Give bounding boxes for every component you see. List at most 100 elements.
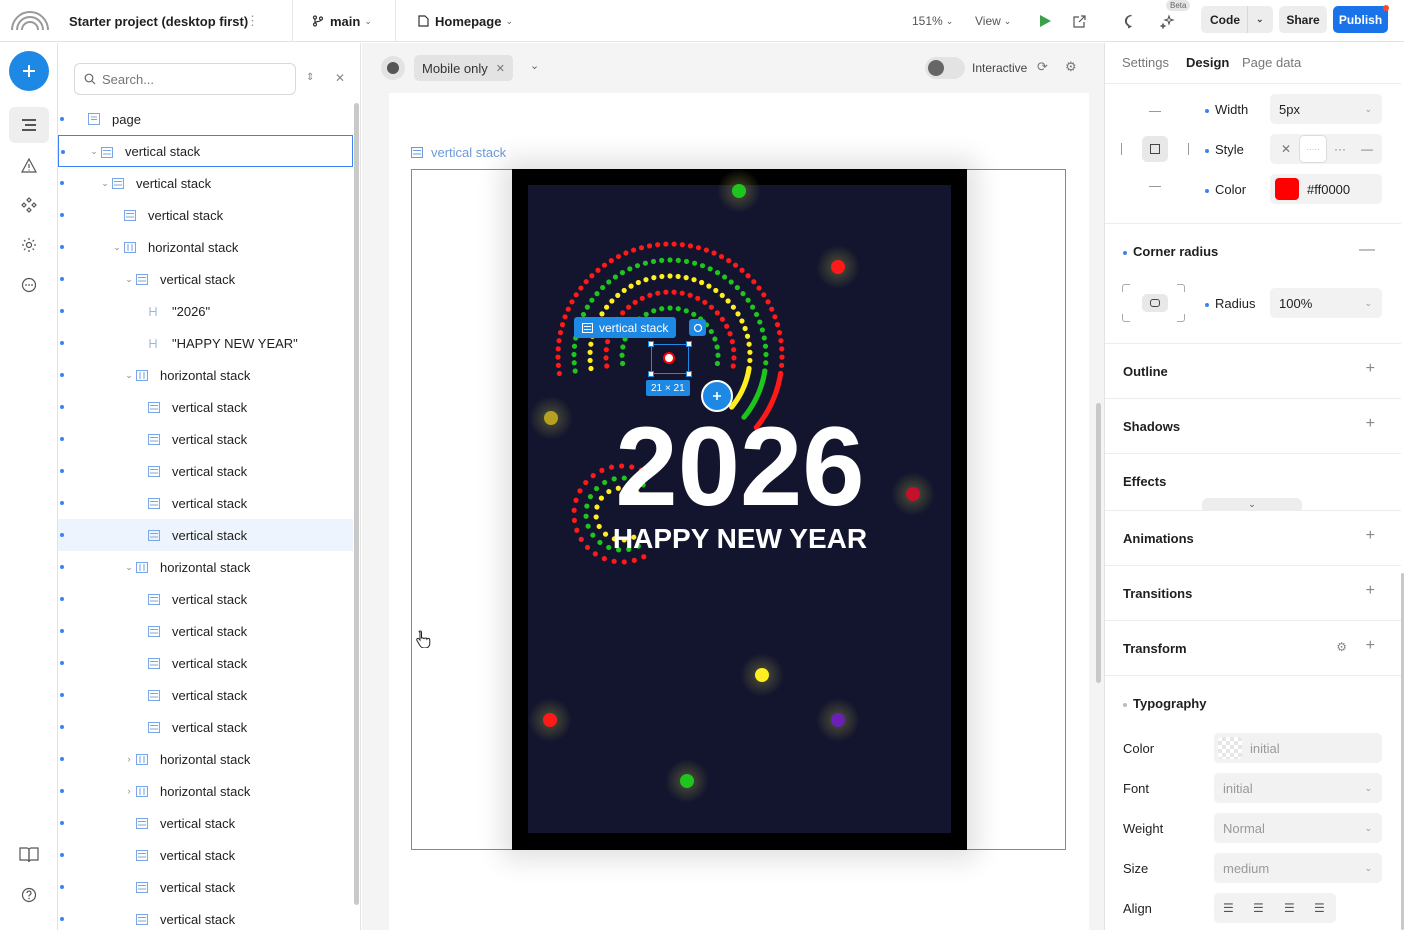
add-element-button[interactable]	[701, 380, 733, 412]
tree-item[interactable]: ⌄ horizontal stack	[58, 551, 353, 583]
webstudio-logo-icon[interactable]	[10, 0, 52, 42]
breakpoint-toggle[interactable]	[381, 56, 405, 80]
resize-handle[interactable]	[686, 341, 692, 347]
tree-item[interactable]: vertical stack	[58, 583, 353, 615]
remove-icon[interactable]: ✕	[496, 62, 505, 75]
minus-icon[interactable]: —	[1359, 241, 1375, 259]
border-left-icon[interactable]	[1121, 143, 1127, 155]
tree-item[interactable]: vertical stack	[58, 647, 353, 679]
style-dotted-icon[interactable]: ·····	[1300, 136, 1326, 162]
align-left-icon[interactable]: ☰	[1223, 901, 1234, 915]
tree-item[interactable]: vertical stack	[58, 679, 353, 711]
tree-item[interactable]: vertical stack	[58, 199, 353, 231]
expand-collapse-icon[interactable]: ⇕	[306, 72, 314, 83]
transitions-section[interactable]: Transitions +	[1105, 565, 1401, 620]
tree-item[interactable]: ⌄ horizontal stack	[58, 359, 353, 391]
selection-label[interactable]: vertical stack	[574, 317, 677, 338]
tree-item[interactable]: ⌄ vertical stack	[58, 167, 353, 199]
align-center-icon[interactable]: ☰	[1253, 901, 1264, 915]
style-solid-icon[interactable]: —	[1361, 142, 1373, 156]
outline-section[interactable]: Outline +	[1105, 343, 1401, 398]
border-top-icon[interactable]	[1149, 111, 1161, 117]
code-button[interactable]: Code ⌄	[1201, 6, 1273, 33]
tree-item[interactable]: vertical stack	[58, 455, 353, 487]
expand-chevron-icon[interactable]: ⌄	[1202, 498, 1302, 510]
style-dashed-icon[interactable]: ···	[1334, 142, 1346, 156]
tree-item[interactable]: vertical stack	[58, 615, 353, 647]
tree-item[interactable]: ⌄ horizontal stack	[58, 231, 353, 263]
transparent-swatch[interactable]	[1218, 737, 1242, 759]
transform-gear-icon[interactable]: ⚙	[1336, 640, 1347, 654]
chevron-down-icon[interactable]: ⌄	[124, 274, 134, 285]
tree-item[interactable]: vertical stack	[58, 519, 353, 551]
radius-top-right-icon[interactable]	[1177, 284, 1185, 292]
interactive-toggle[interactable]	[925, 57, 965, 79]
breakpoint-chip[interactable]: Mobile only ✕	[414, 55, 513, 81]
align-justify-icon[interactable]: ☰	[1314, 901, 1325, 915]
plus-icon[interactable]: +	[1366, 582, 1375, 600]
year-heading[interactable]: 2026	[615, 404, 864, 529]
chevron-down-icon[interactable]: ⌄	[124, 562, 134, 573]
transform-section[interactable]: Transform ⚙ +	[1105, 620, 1401, 675]
tree-item[interactable]: vertical stack	[58, 903, 353, 930]
tab-design[interactable]: Design	[1186, 55, 1229, 70]
search-field[interactable]	[74, 63, 296, 95]
tree-item[interactable]: vertical stack	[58, 807, 353, 839]
font-select[interactable]: initial ⌄	[1214, 773, 1382, 803]
share-button[interactable]: Share	[1279, 6, 1327, 33]
animations-section[interactable]: Animations +	[1105, 510, 1401, 565]
search-input[interactable]	[102, 71, 282, 87]
border-right-icon[interactable]	[1183, 143, 1189, 155]
chevron-right-icon[interactable]: ›	[124, 754, 134, 764]
weight-select[interactable]: Normal ⌄	[1214, 813, 1382, 843]
border-color-field[interactable]: #ff0000	[1270, 174, 1382, 204]
selection-settings-icon[interactable]	[689, 319, 706, 336]
project-menu-icon[interactable]: ⋮	[246, 0, 259, 42]
docs-book-icon[interactable]	[17, 843, 41, 867]
page-selector[interactable]: Homepage ⌄	[418, 0, 513, 42]
tree-item[interactable]: vertical stack	[58, 711, 353, 743]
resize-handle[interactable]	[648, 341, 654, 347]
tree-item[interactable]: ⌄ vertical stack	[58, 135, 353, 167]
resize-handle[interactable]	[686, 371, 692, 377]
project-name[interactable]: Starter project (desktop first)	[69, 0, 248, 42]
radius-all-icon[interactable]	[1142, 294, 1168, 312]
tab-settings[interactable]: Settings	[1122, 55, 1169, 70]
tree-item[interactable]: "2026"	[58, 295, 353, 327]
more-options-icon[interactable]	[17, 273, 41, 297]
tree-item[interactable]: ⌄ vertical stack	[58, 263, 353, 295]
publish-button[interactable]: Publish	[1333, 6, 1388, 33]
preview-play-icon[interactable]	[1038, 0, 1052, 42]
refresh-icon[interactable]: ⟳	[1037, 59, 1048, 75]
radius-bottom-left-icon[interactable]	[1122, 314, 1130, 322]
poster-card[interactable]: 2026 HAPPY NEW YEAR vertical stack 21 × …	[512, 169, 967, 850]
navigator-scrollbar[interactable]	[354, 103, 359, 905]
chevron-down-icon[interactable]: ⌄	[100, 178, 110, 189]
tab-page-data[interactable]: Page data	[1242, 55, 1301, 70]
components-icon[interactable]	[17, 193, 41, 217]
settings-gear-icon[interactable]	[17, 233, 41, 257]
greeting-heading[interactable]: HAPPY NEW YEAR	[613, 523, 867, 554]
plus-icon[interactable]: +	[1366, 637, 1375, 655]
tree-item[interactable]: › horizontal stack	[58, 743, 353, 775]
color-swatch[interactable]	[1275, 178, 1299, 200]
tree-item[interactable]: vertical stack	[58, 391, 353, 423]
help-icon[interactable]	[17, 883, 41, 907]
tree-item[interactable]: › horizontal stack	[58, 775, 353, 807]
selected-element-outline[interactable]	[648, 341, 692, 377]
open-external-icon[interactable]	[1073, 0, 1086, 42]
tree-item[interactable]: page	[58, 103, 353, 135]
chevron-down-icon[interactable]: ⌄	[1256, 14, 1264, 25]
typography-color-field[interactable]: initial	[1214, 733, 1382, 763]
chevron-down-icon[interactable]: ⌄	[124, 370, 134, 381]
border-width-select[interactable]: 5px ⌄	[1270, 94, 1382, 124]
branch-selector[interactable]: main ⌄	[312, 0, 372, 42]
comments-icon[interactable]	[1124, 0, 1139, 42]
border-all-icon[interactable]	[1142, 136, 1168, 162]
close-icon[interactable]: ✕	[335, 71, 345, 85]
plus-icon[interactable]: +	[1366, 527, 1375, 545]
border-bottom-icon[interactable]	[1149, 181, 1161, 187]
tree-item[interactable]: vertical stack	[58, 839, 353, 871]
canvas-scrollbar[interactable]	[1096, 403, 1101, 683]
zoom-selector[interactable]: 151% ⌄	[912, 0, 953, 42]
